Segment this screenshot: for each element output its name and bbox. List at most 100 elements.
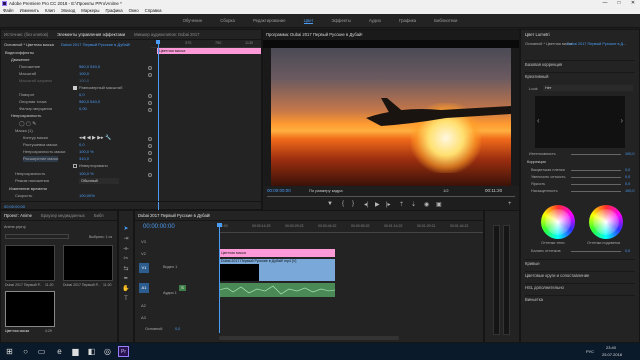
workspace-color[interactable]: Цвет <box>303 18 314 24</box>
ec-playhead[interactable] <box>158 41 159 211</box>
clock-time[interactable]: 23:40 <box>606 345 616 350</box>
tab-audio-mixer[interactable]: Микшер аудиоклипов: Dubai 2017 <box>134 32 199 37</box>
audio-solo-button[interactable]: S <box>179 285 186 291</box>
menu-sequence[interactable]: Эпизод <box>61 7 76 14</box>
stopwatch-icon[interactable] <box>148 94 152 98</box>
vignette-section[interactable]: Виньетка <box>525 295 635 303</box>
tint-balance-slider[interactable] <box>571 251 621 252</box>
prev-look-icon[interactable]: ‹ <box>537 116 540 125</box>
curves-section[interactable]: Кривые <box>525 259 635 267</box>
stopwatch-icon[interactable] <box>148 66 152 70</box>
export-frame-button[interactable]: ◉ <box>424 201 429 208</box>
sharpen-value[interactable]: 0,0 <box>625 175 630 179</box>
menu-clip[interactable]: Клип <box>45 7 55 14</box>
vibrance-slider[interactable] <box>571 184 621 185</box>
workspace-libraries[interactable]: Библиотеки <box>434 18 457 23</box>
timeline-timecode[interactable]: 00:00:00:00 <box>143 224 175 230</box>
premiere-taskbar-icon[interactable]: Pr <box>118 346 129 357</box>
selection-tool-icon[interactable]: ➤ <box>121 225 131 234</box>
lift-button[interactable]: ⇡ <box>399 201 404 208</box>
saturation-value[interactable]: 100,0 <box>625 189 635 193</box>
workspace-editing[interactable]: Редактирование <box>253 18 286 23</box>
fx-motion[interactable]: Движение <box>11 57 30 63</box>
menu-markers[interactable]: Маркеры <box>81 7 99 14</box>
uniform-scale-checkbox[interactable] <box>73 86 77 90</box>
track-a2-label[interactable]: A2 <box>141 303 146 308</box>
time-remap-section[interactable]: Изменение времени <box>9 186 47 192</box>
menu-file[interactable]: Файл <box>3 7 14 14</box>
video-clip[interactable]: Dubai 2017 Первый Русские в Дубай! mp4 [… <box>219 259 335 281</box>
sharpen-slider[interactable] <box>571 177 621 178</box>
prop-scale-value[interactable]: 100,0 <box>79 71 89 77</box>
stopwatch-icon[interactable] <box>148 151 152 155</box>
mask-shape-tools[interactable]: ◯ ▢ ✎ <box>19 121 36 127</box>
ec-time-ruler[interactable]: 370 750 1130 <box>151 41 261 48</box>
tint-balance-value[interactable]: 0,0 <box>625 249 630 253</box>
ec-master-clip[interactable]: Основной * Цветная маска <box>4 42 54 47</box>
lumetri-title[interactable]: Цвет Lumetri <box>525 32 550 37</box>
program-quality-select[interactable]: 1/2 <box>443 188 449 193</box>
next-look-icon[interactable]: › <box>620 116 623 125</box>
timeline-ruler[interactable]: 00:00 00:00:14:23 00:00:29:23 00:00:44:2… <box>219 224 483 233</box>
extract-button[interactable]: ⇣ <box>411 201 416 208</box>
hsl-secondary-section[interactable]: HSL дополнительно <box>525 283 635 291</box>
ec-playhead-handle[interactable] <box>156 40 160 44</box>
lumetri-sequence[interactable]: Dubai 2017 Первый Русские в Д... <box>567 42 626 46</box>
stopwatch-icon[interactable] <box>148 108 152 112</box>
mask-feather-value[interactable]: 0,0 <box>79 142 85 148</box>
task-view-icon[interactable]: ▭ <box>36 346 47 357</box>
blend-mode-select[interactable]: Обычный <box>79 178 119 184</box>
menu-graphics[interactable]: Графика <box>105 7 122 14</box>
track-v1-label[interactable]: V1 <box>139 263 149 273</box>
color-wheels-section[interactable]: Цветовые круги и сопоставление <box>525 271 635 279</box>
tab-libraries[interactable]: Библ <box>94 213 104 218</box>
prop-rotation-value[interactable]: 0,0 <box>79 92 85 98</box>
faded-film-value[interactable]: 0,0 <box>625 168 630 172</box>
track-a3-label[interactable]: A3 <box>141 315 146 320</box>
speed-value[interactable]: 100,00% <box>79 193 95 199</box>
project-item-thumb-selected[interactable] <box>5 291 55 327</box>
chrome-icon[interactable]: ◎ <box>102 346 113 357</box>
intensity-slider[interactable] <box>571 154 621 155</box>
prop-opacity-value[interactable]: 100,0 % <box>79 171 94 177</box>
faded-film-slider[interactable] <box>571 170 621 171</box>
ec-clip-bar[interactable]: Цветная маска <box>157 48 261 54</box>
step-back-button[interactable]: ◂| <box>364 201 369 208</box>
stopwatch-icon[interactable] <box>148 137 152 141</box>
stopwatch-icon[interactable] <box>148 73 152 77</box>
prop-anchor-value[interactable]: 960,0 540,0 <box>79 99 100 105</box>
store-icon[interactable]: ◧ <box>86 346 97 357</box>
start-icon[interactable]: ⊞ <box>4 346 15 357</box>
workspace-effects[interactable]: Эффекты <box>331 18 351 23</box>
workspace-assembly[interactable]: Сборка <box>220 18 235 23</box>
stopwatch-icon[interactable] <box>148 101 152 105</box>
project-item-name[interactable]: Dubai 2017 Первый Р... <box>63 283 100 287</box>
menu-window[interactable]: Окно <box>129 7 139 14</box>
intensity-value[interactable]: 100,0 <box>625 152 635 156</box>
tab-media-browser[interactable]: Браузер медиаданных <box>41 213 85 218</box>
project-item-thumb[interactable] <box>63 245 113 281</box>
program-title[interactable]: Программа: Dubai 2017 Первый Русские в Д… <box>266 32 363 37</box>
program-fit-select[interactable]: По размеру кадра <box>309 188 343 193</box>
edge-icon[interactable]: e <box>54 346 65 357</box>
tab-effect-controls[interactable]: Элементы управления эффектами <box>57 32 125 37</box>
razor-tool-icon[interactable]: ✂ <box>121 255 131 264</box>
pen-tool-icon[interactable]: ✒ <box>121 275 131 284</box>
program-video-frame[interactable] <box>271 48 511 186</box>
master-track-value[interactable]: 0,0 <box>175 327 180 331</box>
vibrance-value[interactable]: 0,0 <box>625 182 630 186</box>
look-select[interactable]: Нет <box>543 85 633 91</box>
basic-correction-section[interactable]: Базовая коррекция <box>525 60 635 68</box>
minimize-button[interactable]: — <box>598 0 612 7</box>
track-a1-label[interactable]: A1 <box>139 283 149 293</box>
shadow-tint-wheel[interactable] <box>541 205 575 239</box>
fx-opacity[interactable]: Непрозрачность <box>11 113 41 119</box>
mask-clip[interactable]: Цветная маска <box>219 249 335 257</box>
tab-source[interactable]: Источник: (без клипов) <box>4 32 48 37</box>
timeline-scrollbar[interactable] <box>219 336 399 340</box>
ec-sequence-clip[interactable]: Dubai 2017 Первый Русские в Дубай! <box>61 42 130 47</box>
adjustments-label[interactable]: Коррекции <box>527 160 546 164</box>
mark-out-button[interactable]: } <box>352 201 354 207</box>
step-forward-button[interactable]: |▸ <box>386 201 391 208</box>
mark-in-button[interactable]: { <box>342 201 344 207</box>
